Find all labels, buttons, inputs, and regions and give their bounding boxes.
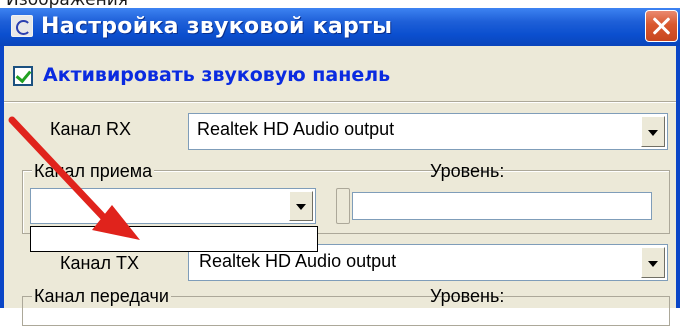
chevron-down-icon[interactable]: [641, 116, 665, 147]
receive-level-label: Уровень:: [430, 161, 505, 181]
tx-channel-label: Канал TX: [60, 253, 139, 273]
receive-channel-dropdown-list[interactable]: [30, 226, 318, 252]
rx-channel-value: Realtek HD Audio output: [197, 119, 395, 139]
activate-checkbox[interactable]: [13, 66, 33, 86]
tx-channel-value: Realtek HD Audio output: [199, 251, 397, 271]
app-icon[interactable]: [11, 15, 33, 37]
activate-label[interactable]: Активировать звуковую панель: [43, 64, 390, 86]
separator: [4, 101, 676, 103]
chevron-down-icon[interactable]: [641, 247, 665, 278]
receive-channel-select[interactable]: [30, 188, 316, 224]
chevron-down-icon[interactable]: [289, 191, 313, 221]
rx-channel-select[interactable]: Realtek HD Audio output: [188, 113, 668, 150]
close-button[interactable]: [645, 10, 678, 42]
window-title: Настройка звуковой карты: [41, 14, 393, 39]
receive-channel-legend: Канал приема: [32, 161, 155, 182]
rx-channel-label: Канал RX: [50, 119, 131, 139]
transmit-channel-legend: Канал передачи: [32, 286, 171, 307]
receive-level-meter: [352, 192, 652, 220]
transmit-level-label: Уровень:: [430, 286, 505, 306]
window-frame-right: [676, 46, 680, 308]
receive-level-slider-thumb[interactable]: [336, 188, 350, 224]
window-frame-left: [0, 46, 4, 308]
